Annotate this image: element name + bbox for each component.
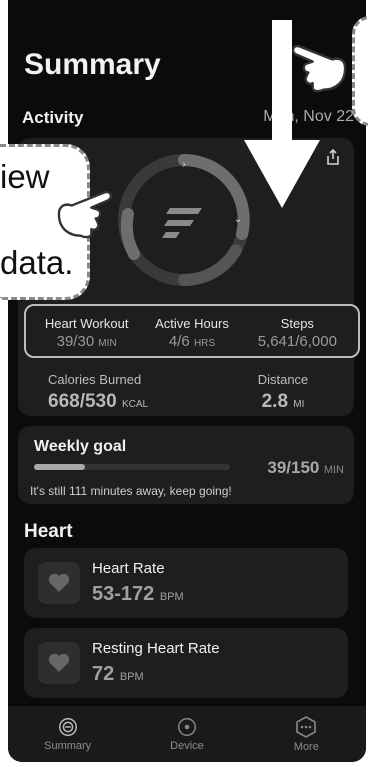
summary-icon — [58, 718, 77, 736]
resting-heart-rate-card[interactable]: Resting Heart Rate 72 BPM — [24, 628, 348, 698]
metric-label: Active Hours — [155, 316, 229, 331]
calories-unit: KCAL — [121, 399, 149, 410]
heart-icon — [38, 562, 80, 604]
metric-label: Heart Workout — [44, 316, 129, 331]
metric-label: Steps — [280, 316, 314, 331]
metric-steps[interactable]: Steps 5,641/6,000 — [245, 316, 350, 350]
metric-value: 5,641/6,000 — [257, 333, 337, 350]
callout-text-line1: iew — [0, 158, 50, 195]
distance-metric: Distance 2.8 MI — [238, 372, 328, 413]
metric-value: 4/6 — [168, 333, 190, 350]
calories-label: Calories Burned — [48, 372, 142, 387]
share-icon[interactable] — [324, 148, 342, 166]
nav-device-label: Device — [170, 740, 204, 752]
weekly-goal-amount: 39/150 MIN — [267, 458, 344, 478]
nav-summary-label: Summary — [44, 740, 92, 752]
heart-rate-card[interactable]: Heart Rate 53-172 BPM — [24, 548, 348, 618]
calories-value: 668/530 — [48, 391, 117, 412]
more-icon — [296, 716, 317, 738]
svg-text:›: › — [182, 159, 185, 170]
weekly-goal-unit: MIN — [323, 464, 344, 476]
callout-text-line2: data. — [0, 244, 74, 281]
nav-device[interactable]: Device — [127, 706, 246, 762]
heart-rate-title: Heart Rate — [92, 560, 165, 577]
heart-rate-unit: BPM — [159, 591, 184, 603]
metric-heart-workout[interactable]: Heart Workout 39/30 MIN — [34, 316, 139, 350]
page-title: Summary — [24, 48, 161, 81]
resting-heart-rate-title: Resting Heart Rate — [92, 640, 220, 657]
nav-more-label: More — [293, 741, 319, 753]
nav-more[interactable]: More — [247, 706, 366, 762]
heart-icon — [38, 642, 80, 684]
svg-text:⌄: ⌄ — [234, 214, 242, 225]
weekly-goal-card[interactable]: Weekly goal 39/150 MIN It's still 111 mi… — [18, 426, 354, 504]
heart-rate-value: 53-172 — [92, 583, 155, 605]
metric-unit: HRS — [193, 338, 216, 349]
nav-summary[interactable]: Summary — [8, 706, 127, 762]
metric-active-hours[interactable]: Active Hours 4/6 HRS — [139, 316, 244, 350]
weekly-goal-title: Weekly goal — [34, 438, 127, 455]
metric-value: 39/30 — [56, 333, 95, 350]
calories-metric: Calories Burned 668/530 KCAL — [48, 372, 168, 413]
distance-unit: MI — [293, 399, 305, 410]
device-icon — [178, 718, 196, 736]
activity-section-title: Activity — [22, 108, 84, 127]
bottom-nav: Summary Device More — [8, 706, 366, 762]
pointing-hand-icon — [57, 190, 113, 239]
weekly-goal-message: It's still 111 minutes away, keep going! — [30, 484, 232, 498]
weekly-goal-progress-fill — [34, 464, 85, 470]
resting-heart-rate-unit: BPM — [119, 671, 144, 683]
metric-unit: MIN — [98, 338, 117, 349]
activity-rings[interactable]: › ⌄ — [114, 150, 254, 290]
weekly-goal-value: 39/150 — [267, 458, 320, 477]
tutorial-callout-right — [352, 16, 368, 126]
fitness-logo-icon — [162, 208, 202, 238]
heart-section-title: Heart — [24, 521, 73, 542]
distance-label: Distance — [257, 372, 309, 387]
distance-value: 2.8 — [261, 391, 289, 412]
weekly-goal-progress-track — [34, 464, 230, 470]
pointing-hand-icon — [291, 44, 347, 93]
activity-metrics-row[interactable]: Heart Workout 39/30 MIN Active Hours 4/6… — [24, 304, 360, 358]
resting-heart-rate-value: 72 — [92, 663, 115, 685]
